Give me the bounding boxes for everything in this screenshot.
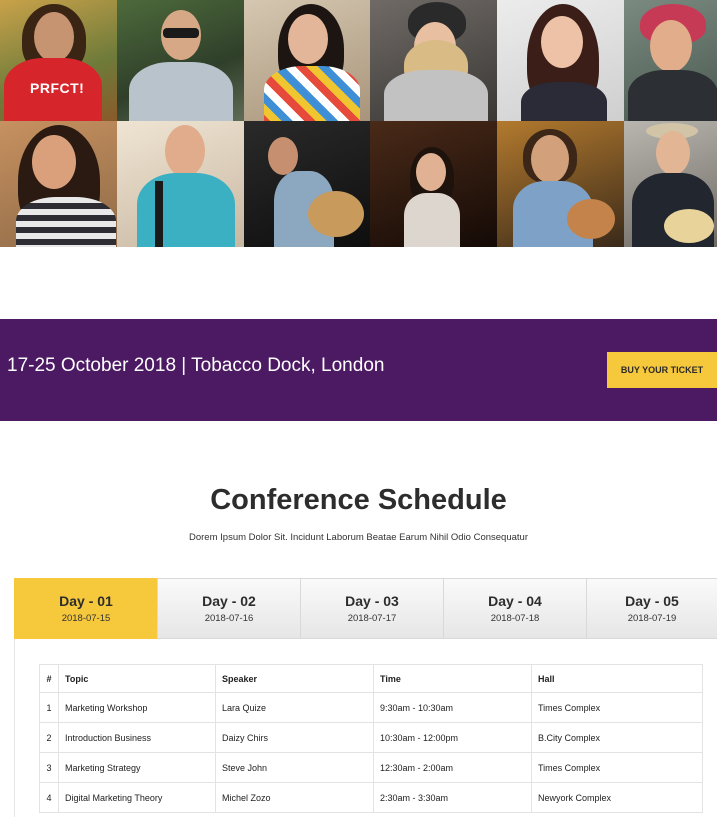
column-header-time: Time [373, 664, 532, 693]
speaker-photo [370, 0, 497, 121]
tab-day-01[interactable]: Day - 01 2018-07-15 [14, 578, 157, 639]
row-hall: Newyork Complex [531, 782, 703, 813]
tab-label: Day - 05 [625, 593, 679, 609]
tab-label: Day - 01 [59, 593, 113, 609]
row-speaker: Michel Zozo [215, 782, 374, 813]
row-speaker: Lara Quize [215, 692, 374, 723]
row-number: 1 [39, 692, 59, 723]
table-header-row: # Topic Speaker Time Hall [39, 664, 703, 693]
tab-date: 2018-07-19 [627, 613, 677, 624]
shirt-text: PRFCT! [30, 80, 85, 96]
table-row: 1 Marketing Workshop Lara Quize 9:30am -… [39, 692, 703, 723]
row-number: 3 [39, 752, 59, 783]
speaker-photo: PRFCT! [0, 0, 117, 121]
speaker-photo [0, 121, 117, 247]
row-topic: Digital Marketing Theory [58, 782, 216, 813]
table-row: 2 Introduction Business Daizy Chirs 10:3… [39, 722, 703, 753]
row-number: 2 [39, 722, 59, 753]
column-header-topic: Topic [58, 664, 216, 693]
schedule-table: # Topic Speaker Time Hall 1 Marketing Wo… [39, 664, 703, 813]
row-topic: Marketing Workshop [58, 692, 216, 723]
tab-date: 2018-07-15 [61, 613, 111, 624]
row-time: 9:30am - 10:30am [373, 692, 532, 723]
tab-day-03[interactable]: Day - 03 2018-07-17 [300, 578, 443, 639]
row-hall: Times Complex [531, 692, 703, 723]
speaker-photo [624, 0, 717, 121]
day-tabs: Day - 01 2018-07-15 Day - 02 2018-07-16 … [14, 578, 717, 639]
column-header-hall: Hall [531, 664, 703, 693]
section-title: Conference Schedule [210, 484, 507, 516]
row-time: 12:30am - 2:00am [373, 752, 532, 783]
tab-label: Day - 02 [202, 593, 256, 609]
tab-date: 2018-07-17 [347, 613, 397, 624]
row-time: 2:30am - 3:30am [373, 782, 532, 813]
speaker-photo [244, 0, 370, 121]
row-speaker: Steve John [215, 752, 374, 783]
row-topic: Marketing Strategy [58, 752, 216, 783]
row-number: 4 [39, 782, 59, 813]
event-date-location: 17-25 October 2018 | Tobacco Dock, Londo… [7, 355, 385, 376]
row-hall: B.City Complex [531, 722, 703, 753]
tab-date: 2018-07-16 [204, 613, 254, 624]
row-time: 10:30am - 12:00pm [373, 722, 532, 753]
speaker-photo [117, 0, 244, 121]
tab-day-04[interactable]: Day - 04 2018-07-18 [443, 578, 586, 639]
buy-ticket-button[interactable]: BUY YOUR TICKET [607, 352, 717, 388]
section-subtitle: Dorem Ipsum Dolor Sit. Incidunt Laborum … [189, 532, 528, 543]
row-topic: Introduction Business [58, 722, 216, 753]
row-hall: Times Complex [531, 752, 703, 783]
tab-date: 2018-07-18 [490, 613, 540, 624]
column-header-speaker: Speaker [215, 664, 374, 693]
table-row: 4 Digital Marketing Theory Michel Zozo 2… [39, 782, 703, 813]
speaker-photo [117, 121, 244, 247]
speaker-photo [497, 0, 624, 121]
tab-day-02[interactable]: Day - 02 2018-07-16 [157, 578, 300, 639]
speaker-photo-gallery: PRFCT! [0, 0, 717, 247]
performer-photo [624, 121, 717, 247]
performer-photo [370, 121, 497, 247]
tab-label: Day - 03 [345, 593, 399, 609]
row-speaker: Daizy Chirs [215, 722, 374, 753]
tab-day-05[interactable]: Day - 05 2018-07-19 [586, 578, 717, 639]
performer-photo [244, 121, 370, 247]
performer-photo [497, 121, 624, 247]
tab-label: Day - 04 [488, 593, 542, 609]
column-header-number: # [39, 664, 59, 693]
table-row: 3 Marketing Strategy Steve John 12:30am … [39, 752, 703, 783]
